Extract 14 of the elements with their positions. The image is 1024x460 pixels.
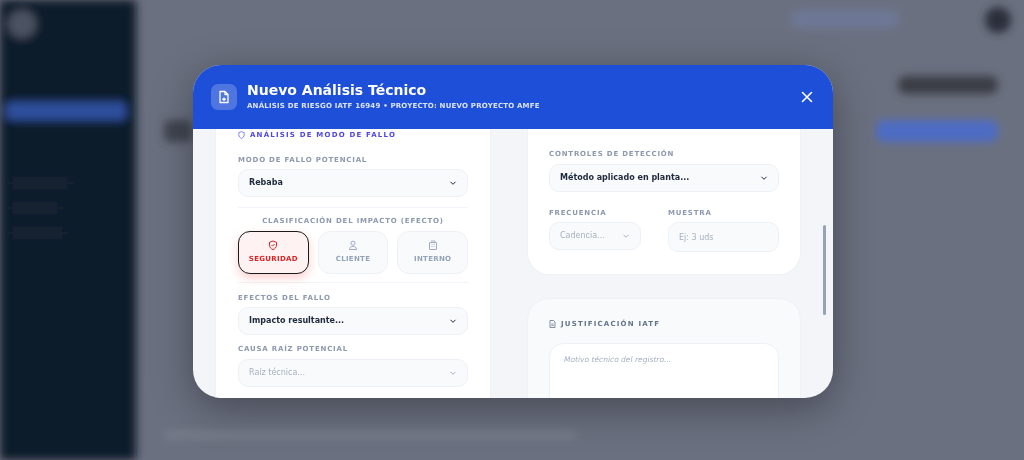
chevron-down-icon — [449, 317, 457, 325]
dropdown[interactable]: Rebaba — [238, 169, 468, 197]
chevron-down-icon — [449, 179, 457, 187]
dropdown[interactable]: Impacto resultante... — [238, 307, 468, 335]
dropdown[interactable]: Método aplicado en planta... — [549, 163, 779, 192]
close-icon[interactable] — [801, 91, 813, 103]
chevron-down-icon — [622, 232, 631, 240]
file-plus-icon — [211, 84, 237, 110]
document-icon — [549, 320, 556, 329]
person-icon — [348, 239, 358, 250]
shield-check-icon — [268, 239, 279, 250]
shield-icon — [238, 131, 245, 140]
modal-title: Nuevo Análisis Técnico — [247, 82, 428, 98]
input-field[interactable]: Ej: 3 uds — [668, 222, 779, 252]
